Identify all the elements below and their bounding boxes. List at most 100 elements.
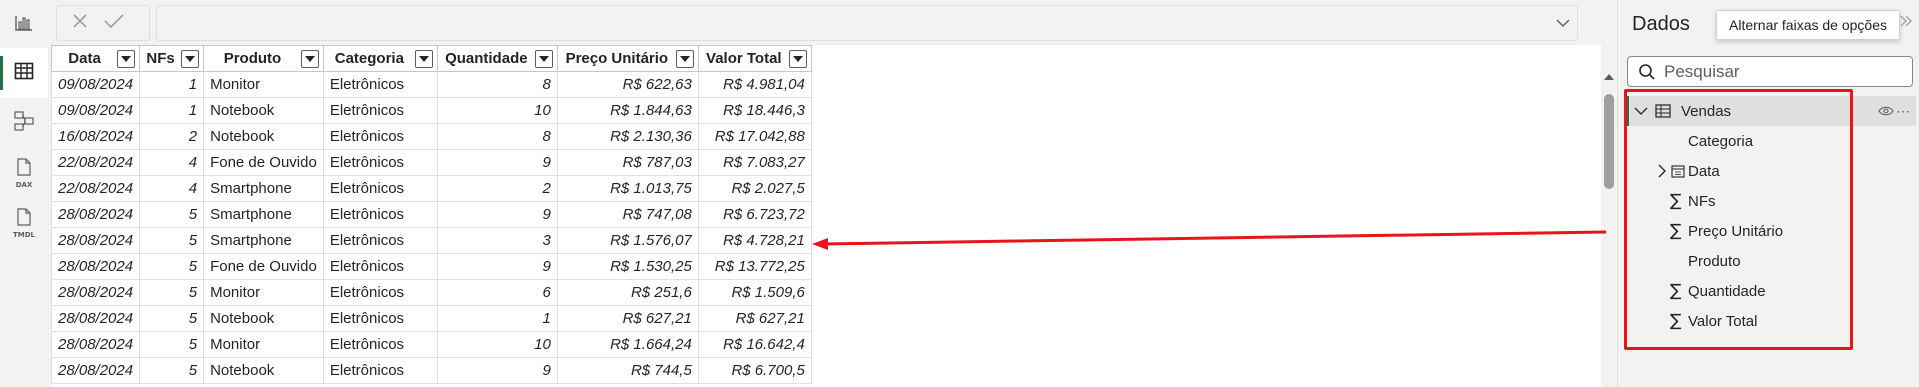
cell-valor-total[interactable]: R$ 16.642,4 [697, 331, 812, 358]
field-item-produto[interactable]: Produto [1626, 246, 1916, 276]
cell-data[interactable]: 22/08/2024 [50, 149, 141, 176]
filter-dropdown-icon[interactable] [117, 50, 136, 68]
cell-valor-total[interactable]: R$ 4.728,21 [697, 227, 812, 254]
cell-data[interactable]: 28/08/2024 [50, 305, 141, 332]
cell-data[interactable]: 09/08/2024 [50, 97, 141, 124]
cell-valor-total[interactable]: R$ 1.509,6 [697, 279, 812, 306]
cell-nfs[interactable]: 4 [139, 175, 205, 202]
cell-nfs[interactable]: 5 [139, 279, 205, 306]
cell-valor-total[interactable]: R$ 2.027,5 [697, 175, 812, 202]
cell-quantidade[interactable]: 9 [436, 357, 558, 384]
cell-valor-total[interactable]: R$ 6.723,72 [697, 201, 812, 228]
vertical-scrollbar[interactable] [1601, 72, 1617, 387]
cell-preco-unitario[interactable]: R$ 251,6 [556, 279, 699, 306]
cell-data[interactable]: 16/08/2024 [50, 123, 141, 150]
cell-data[interactable]: 22/08/2024 [50, 175, 141, 202]
cell-categoria[interactable]: Eletrônicos [322, 201, 438, 228]
cell-data[interactable]: 28/08/2024 [50, 331, 141, 358]
cell-preco-unitario[interactable]: R$ 1.844,63 [556, 97, 699, 124]
cell-preco-unitario[interactable]: R$ 1.530,25 [556, 253, 699, 280]
model-view-button[interactable] [0, 98, 48, 148]
cell-quantidade[interactable]: 9 [436, 253, 558, 280]
filter-dropdown-icon[interactable] [300, 50, 319, 68]
table-row[interactable]: 28/08/2024 5 Notebook Eletrônicos 9 R$ 744,5 R… [50, 357, 812, 384]
table-row[interactable]: 28/08/2024 5 Notebook Eletrônicos 1 R$ 627,21… [50, 305, 812, 332]
field-item-nfs[interactable]: ∑ NFs [1626, 186, 1916, 216]
cell-quantidade[interactable]: 6 [436, 279, 558, 306]
cell-nfs[interactable]: 4 [139, 149, 205, 176]
cell-nfs[interactable]: 1 [139, 97, 205, 124]
column-header-categoria[interactable]: Categoria [322, 45, 438, 72]
commit-check-icon[interactable] [103, 12, 125, 35]
cell-produto[interactable]: Notebook [203, 123, 324, 150]
cell-produto[interactable]: Smartphone [203, 175, 324, 202]
column-header-produto[interactable]: Produto [203, 45, 324, 72]
collapse-pane-icon[interactable] [1898, 14, 1914, 33]
cell-quantidade[interactable]: 8 [436, 71, 558, 98]
filter-dropdown-icon[interactable] [675, 50, 694, 68]
filter-dropdown-icon[interactable] [788, 50, 807, 68]
visibility-eye-icon[interactable] [1878, 106, 1894, 116]
cell-quantidade[interactable]: 1 [436, 305, 558, 332]
cell-preco-unitario[interactable]: R$ 1.013,75 [556, 175, 699, 202]
cell-categoria[interactable]: Eletrônicos [322, 175, 438, 202]
cell-valor-total[interactable]: R$ 4.981,04 [697, 71, 812, 98]
cell-preco-unitario[interactable]: R$ 622,63 [556, 71, 699, 98]
cell-preco-unitario[interactable]: R$ 2.130,36 [556, 123, 699, 150]
search-input[interactable] [1664, 61, 1904, 82]
table-row[interactable]: 28/08/2024 5 Smartphone Eletrônicos 3 R$ 1.57… [50, 227, 812, 254]
cell-nfs[interactable]: 5 [139, 331, 205, 358]
table-node-vendas[interactable]: Vendas ⋯ [1626, 96, 1916, 126]
cell-preco-unitario[interactable]: R$ 744,5 [556, 357, 699, 384]
table-row[interactable]: 28/08/2024 5 Monitor Eletrônicos 6 R$ 251,6 R$… [50, 279, 812, 306]
table-view-button[interactable] [0, 48, 48, 98]
cell-produto[interactable]: Notebook [203, 305, 324, 332]
cell-quantidade[interactable]: 3 [436, 227, 558, 254]
cell-valor-total[interactable]: R$ 17.042,88 [697, 123, 812, 150]
cell-preco-unitario[interactable]: R$ 1.664,24 [556, 331, 699, 358]
column-header-data[interactable]: Data [50, 45, 141, 72]
chevron-right-icon[interactable] [1657, 164, 1667, 178]
tmdl-view-button[interactable]: TMDL [0, 198, 48, 248]
cell-produto[interactable]: Fone de Ouvido [203, 253, 324, 280]
field-item-preco-unitario[interactable]: ∑ Preço Unitário [1626, 216, 1916, 246]
cell-categoria[interactable]: Eletrônicos [322, 279, 438, 306]
cell-valor-total[interactable]: R$ 13.772,25 [697, 253, 812, 280]
cell-categoria[interactable]: Eletrônicos [322, 97, 438, 124]
cell-nfs[interactable]: 2 [139, 123, 205, 150]
cell-quantidade[interactable]: 10 [436, 331, 558, 358]
cell-nfs[interactable]: 5 [139, 357, 205, 384]
column-header-preco-unitario[interactable]: Preço Unitário [556, 45, 699, 72]
cell-nfs[interactable]: 1 [139, 71, 205, 98]
field-item-valor-total[interactable]: ∑ Valor Total [1626, 306, 1916, 336]
cell-preco-unitario[interactable]: R$ 787,03 [556, 149, 699, 176]
cell-preco-unitario[interactable]: R$ 627,21 [556, 305, 699, 332]
cell-produto[interactable]: Notebook [203, 357, 324, 384]
cell-categoria[interactable]: Eletrônicos [322, 305, 438, 332]
scroll-thumb[interactable] [1604, 94, 1614, 189]
cell-categoria[interactable]: Eletrônicos [322, 71, 438, 98]
column-header-valor-total[interactable]: Valor Total [697, 45, 812, 72]
scroll-up-arrow-icon[interactable] [1604, 74, 1614, 80]
cell-produto[interactable]: Fone de Ouvido [203, 149, 324, 176]
search-box[interactable] [1627, 56, 1913, 87]
cell-nfs[interactable]: 5 [139, 201, 205, 228]
cell-data[interactable]: 28/08/2024 [50, 227, 141, 254]
cell-produto[interactable]: Monitor [203, 71, 324, 98]
cell-categoria[interactable]: Eletrônicos [322, 123, 438, 150]
cell-produto[interactable]: Smartphone [203, 201, 324, 228]
cell-data[interactable]: 09/08/2024 [50, 71, 141, 98]
cell-valor-total[interactable]: R$ 6.700,5 [697, 357, 812, 384]
cell-nfs[interactable]: 5 [139, 227, 205, 254]
filter-dropdown-icon[interactable] [414, 50, 433, 68]
cell-preco-unitario[interactable]: R$ 1.576,07 [556, 227, 699, 254]
table-row[interactable]: 28/08/2024 5 Fone de Ouvido Eletrônicos 9 R$ … [50, 253, 812, 280]
column-header-quantidade[interactable]: Quantidade [436, 45, 558, 72]
cell-produto[interactable]: Notebook [203, 97, 324, 124]
filter-dropdown-icon[interactable] [181, 50, 200, 68]
expand-formula-chevron-icon[interactable] [1555, 16, 1571, 35]
cell-data[interactable]: 28/08/2024 [50, 357, 141, 384]
table-row[interactable]: 28/08/2024 5 Monitor Eletrônicos 10 R$ 1.664,… [50, 331, 812, 358]
cell-preco-unitario[interactable]: R$ 747,08 [556, 201, 699, 228]
cell-nfs[interactable]: 5 [139, 305, 205, 332]
